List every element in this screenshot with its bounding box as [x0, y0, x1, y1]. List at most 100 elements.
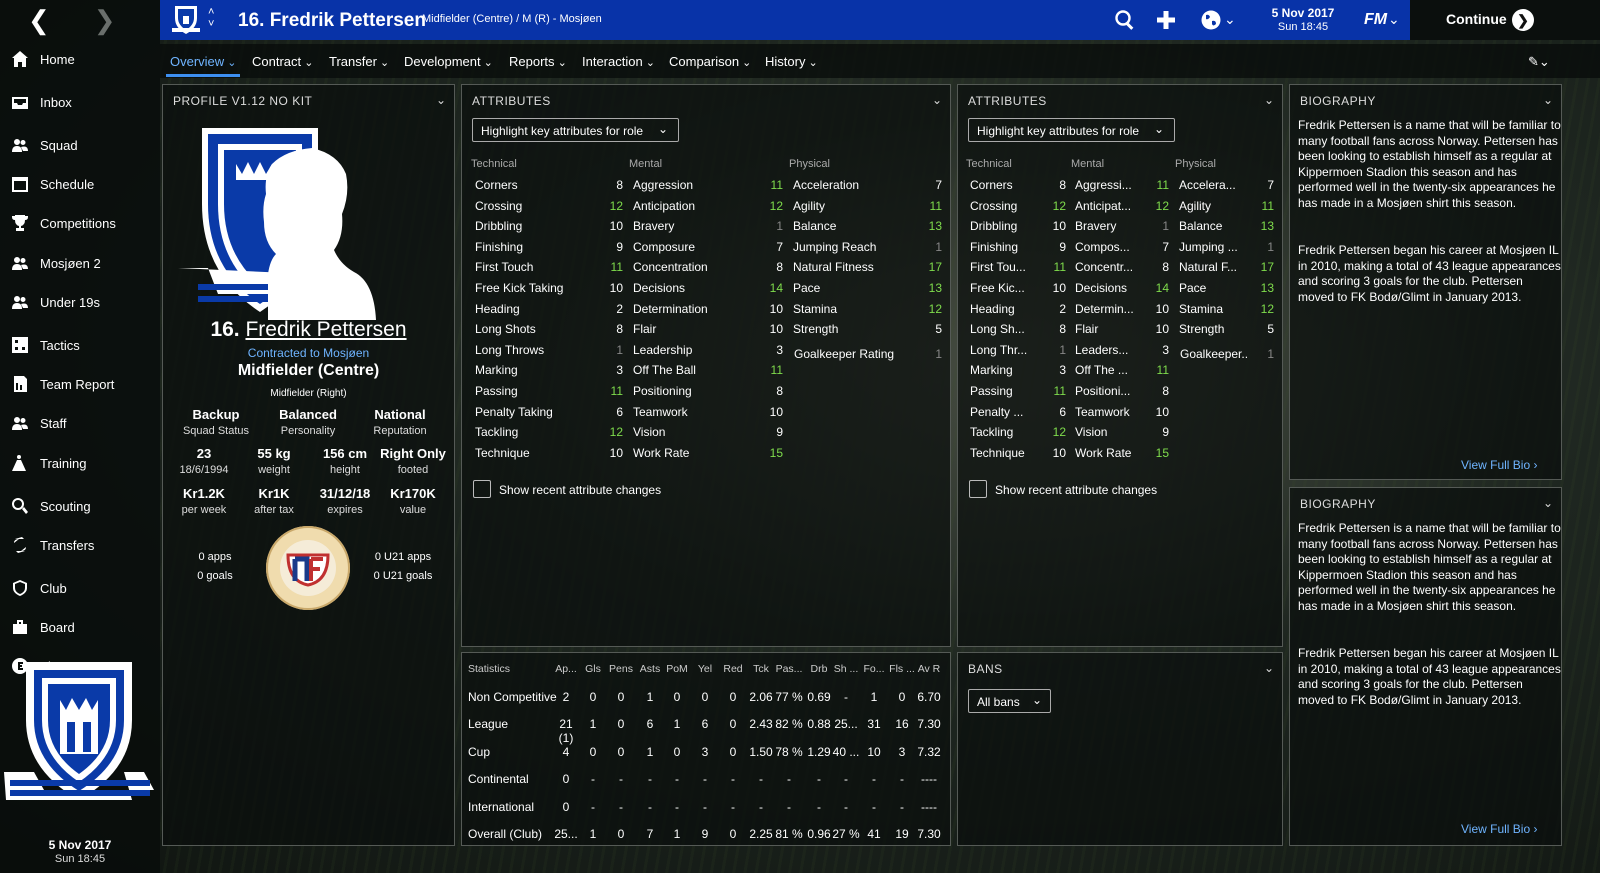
club-badge-small-icon[interactable] [172, 4, 200, 36]
view-full-bio-link[interactable]: View Full Bio › [1461, 458, 1537, 472]
attr-name: Stamina [1179, 301, 1224, 316]
contract-link[interactable]: Contracted to Mosjøen [162, 346, 455, 360]
stat-cell: 1 [589, 717, 597, 732]
profile-name[interactable]: Fredrik Pettersen [245, 318, 406, 341]
sidebar-item-squad[interactable]: Squad [0, 127, 160, 163]
attr-name: Determin... [1075, 301, 1134, 316]
sidebar-item-staff[interactable]: Staff [0, 405, 160, 441]
highlight-role-dropdown[interactable]: Highlight key attributes for role ⌄ [472, 118, 679, 142]
stat-header[interactable]: Av R [915, 663, 943, 675]
stat-header[interactable]: Drb [805, 663, 833, 675]
stat-header[interactable]: Asts [636, 663, 664, 675]
attr-name: Long Shots [475, 322, 536, 337]
bans-title: BANS [968, 662, 1003, 676]
attr-value: 10 [1155, 404, 1169, 419]
stat-header[interactable]: Fo... [860, 663, 888, 675]
attr-value: 12 [1260, 301, 1274, 316]
attr-header-mental: Mental [629, 158, 663, 170]
edit-pen-icon[interactable]: ✎⌄ [1528, 54, 1550, 70]
stat-header[interactable]: Pas... [775, 663, 803, 675]
attr-name: Long Thr... [970, 342, 1028, 357]
biography-chevron-icon[interactable]: ⌄ [1543, 93, 1553, 107]
attr-value: 10 [1155, 322, 1169, 337]
biography-2-paragraph-2: Fredrik Pettersen began his career at Mo… [1298, 646, 1561, 707]
profile-name-line: 16. Fredrik Pettersen [162, 318, 455, 342]
sidebar-item-competitions[interactable]: Competitions [0, 205, 160, 241]
chevron-down-icon[interactable]: ⌄ [1224, 11, 1246, 33]
search-icon[interactable] [1114, 9, 1136, 31]
report-icon [10, 374, 30, 394]
profile-position-secondary: Midfielder (Right) [270, 388, 347, 399]
sidebar-item-home[interactable]: Home [0, 41, 160, 77]
tab-contract[interactable]: Contract ⌄ [252, 54, 313, 69]
attr-value: 7 [1162, 239, 1169, 254]
attr-name: Technique [475, 445, 530, 460]
stat-header[interactable]: PoM [663, 663, 691, 675]
sidebar-item-under-19s[interactable]: Under 19s [0, 284, 160, 320]
club-badge-icon[interactable] [4, 660, 154, 810]
globe-icon[interactable] [1200, 9, 1222, 31]
attr-value: 6 [616, 404, 623, 419]
stat-cell: 0.88 [807, 717, 831, 732]
stat-cell: 16 [895, 717, 909, 732]
tab-transfer[interactable]: Transfer ⌄ [329, 54, 389, 69]
sidebar: ❮ ❯ Home Inbox Squad Schedule Competitions Mo… [0, 0, 160, 873]
stat-cell: 6.70 [917, 690, 941, 704]
continue-arrow-icon[interactable]: ❯ [1512, 9, 1534, 31]
highlight-role-dropdown-compact[interactable]: Highlight key attributes for role ⌄ [968, 118, 1175, 142]
attr-name: Flair [633, 322, 657, 337]
attr-name: Off The Ball [633, 363, 696, 378]
stat-header[interactable]: Sh ... [832, 663, 860, 675]
plus-icon[interactable] [1155, 9, 1177, 31]
stat-header[interactable]: Fls ... [888, 663, 916, 675]
sidebar-item-tactics[interactable]: Tactics [0, 327, 160, 363]
biography-2-chevron-icon[interactable]: ⌄ [1543, 496, 1553, 510]
sidebar-item-inbox[interactable]: Inbox [0, 84, 160, 120]
sidebar-time: Sun 18:45 [54, 853, 106, 865]
stat-header[interactable]: Gls [579, 663, 607, 675]
tab-overview[interactable]: Overview ⌄ [170, 54, 236, 69]
sidebar-item-team-report[interactable]: Team Report [0, 366, 160, 402]
stat-header[interactable]: Yel [691, 663, 719, 675]
sidebar-item-transfers[interactable]: Transfers [0, 527, 160, 563]
stat-header[interactable]: Pens [607, 663, 635, 675]
back-arrow-icon[interactable]: ❮ [28, 7, 50, 33]
tab-history[interactable]: History ⌄ [765, 54, 818, 69]
attr-name: Corners [970, 178, 1013, 192]
profile-panel-chevron-icon[interactable]: ⌄ [436, 93, 446, 107]
stat-header[interactable]: Red [719, 663, 747, 675]
attr-value: 9 [1162, 425, 1169, 440]
sidebar-item-club[interactable]: Club [0, 570, 160, 606]
tab-comparison[interactable]: Comparison ⌄ [669, 54, 751, 69]
bans-dropdown[interactable]: All bans ⌄ [968, 689, 1051, 713]
recent-changes-checkbox[interactable] [473, 480, 491, 498]
sidebar-item-training[interactable]: Training [0, 445, 160, 481]
sidebar-item-scouting[interactable]: Scouting [0, 488, 160, 524]
attributes-compact-chevron-icon[interactable]: ⌄ [1264, 93, 1274, 107]
view-full-bio-link-2[interactable]: View Full Bio › [1461, 822, 1537, 836]
continue-button[interactable]: Continue [1446, 11, 1507, 27]
recent-changes-compact-checkbox[interactable] [969, 480, 987, 498]
stat-cell: 7 [646, 827, 654, 841]
player-nav-updown-icon[interactable]: ˄ ˅ [208, 6, 214, 30]
goalkeeper-rating-label: Goalkeeper Rating [794, 347, 895, 361]
sidebar-item-mosj-en-2[interactable]: Mosjøen 2 [0, 245, 160, 281]
stat-header[interactable]: Ap... [552, 663, 580, 675]
stat-header[interactable]: Tck [747, 663, 775, 675]
tab-interaction[interactable]: Interaction ⌄ [582, 54, 655, 69]
fm-chevron-down-icon[interactable]: ⌄ [1388, 11, 1410, 33]
stat-header[interactable]: Statistics [468, 663, 510, 675]
tab-reports[interactable]: Reports ⌄ [509, 54, 567, 69]
bans-chevron-icon[interactable]: ⌄ [1264, 661, 1274, 675]
tab-development[interactable]: Development ⌄ [404, 54, 493, 69]
sidebar-item-board[interactable]: Board [0, 609, 160, 645]
attributes-panel-chevron-icon[interactable]: ⌄ [932, 93, 942, 107]
attr-value: 12 [609, 425, 623, 440]
attr-name: Flair [1075, 322, 1099, 337]
tab-chevron-icon: ⌄ [480, 57, 493, 69]
fm-menu-button[interactable]: FM [1364, 11, 1387, 29]
attr-header-physical: Physical [789, 158, 830, 170]
forward-arrow-icon[interactable]: ❯ [94, 7, 116, 33]
sidebar-item-schedule[interactable]: Schedule [0, 166, 160, 202]
board-icon [10, 617, 30, 637]
